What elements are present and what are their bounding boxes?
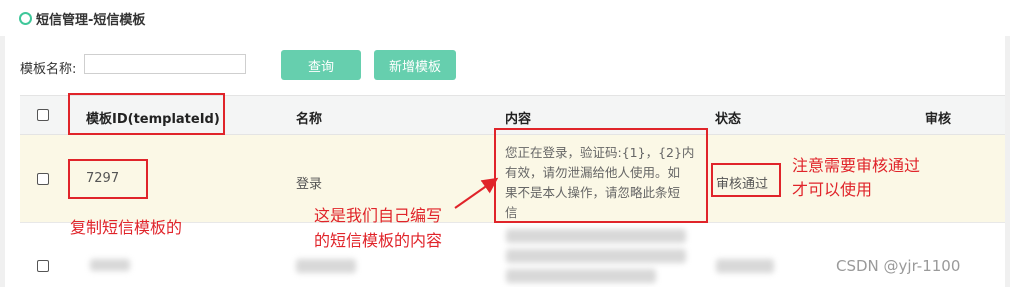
page-header: 短信管理-短信模板 — [0, 0, 1010, 36]
template-name-input[interactable] — [84, 54, 246, 74]
col-status: 状态 — [715, 112, 742, 127]
redacted-cell — [506, 229, 686, 243]
highlight-box-template-id — [68, 159, 148, 199]
redacted-cell — [716, 259, 774, 273]
annotation-own-content-line2: 的短信模板的内容 — [314, 231, 443, 250]
annotation-review-line2: 才可以使用 — [792, 180, 873, 199]
col-review: 审核 — [925, 112, 952, 127]
name-cell: 登录 — [296, 177, 323, 192]
page-title: 短信管理-短信模板 — [36, 13, 146, 28]
annotation-own-content-line1: 这是我们自己编写 — [314, 206, 443, 225]
redacted-cell — [506, 249, 686, 263]
redacted-cell — [506, 269, 656, 283]
row-checkbox[interactable] — [37, 173, 49, 185]
watermark: CSDN @yjr-1100 — [836, 257, 961, 275]
redacted-cell — [296, 259, 356, 273]
annotation-copy-template: 复制短信模板的 — [70, 218, 183, 237]
col-content: 内容 — [505, 112, 532, 127]
highlight-box-status — [711, 163, 781, 197]
highlight-box-template-id-header — [68, 93, 225, 135]
annotation-review-line1: 注意需要审核通过 — [792, 156, 921, 175]
select-all-checkbox[interactable] — [37, 109, 49, 121]
highlight-box-content — [494, 128, 708, 223]
redacted-cell — [90, 259, 130, 271]
row-checkbox[interactable] — [37, 260, 49, 272]
col-name: 名称 — [296, 112, 323, 127]
add-template-button[interactable]: 新增模板 — [374, 50, 456, 80]
circle-icon — [19, 12, 32, 25]
right-gutter — [1005, 36, 1010, 287]
query-button[interactable]: 查询 — [281, 50, 361, 80]
template-name-label: 模板名称: — [20, 62, 77, 77]
